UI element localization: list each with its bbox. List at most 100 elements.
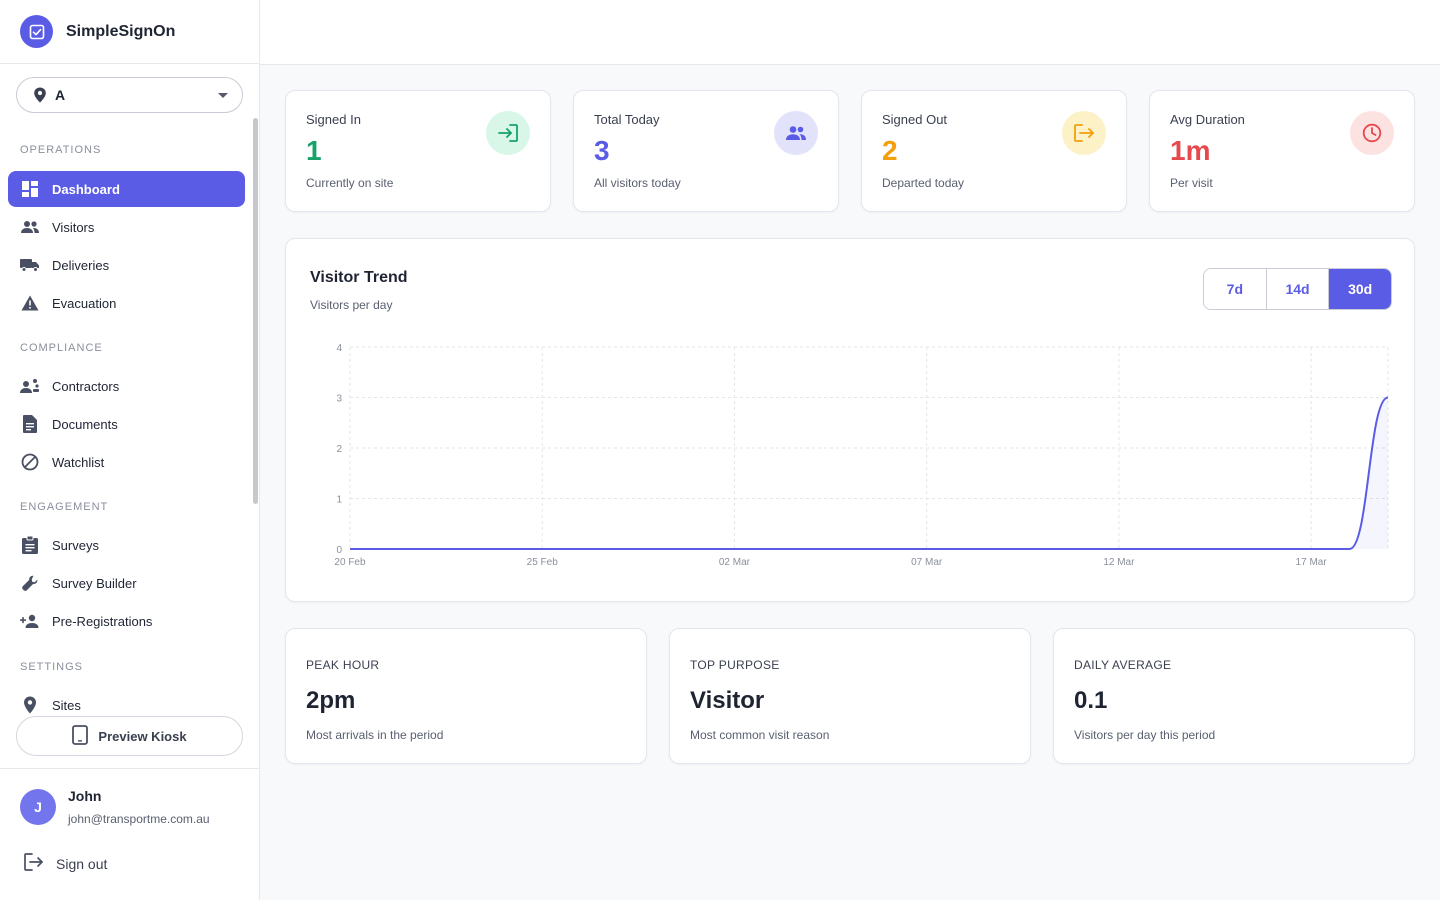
y-tick-label: 4 xyxy=(336,343,342,354)
sidebar-item-visitors[interactable]: Visitors xyxy=(8,209,245,245)
logout-icon xyxy=(24,853,44,874)
sidebar-item-contractors[interactable]: Contractors xyxy=(8,368,245,404)
sidebar-scrollbar[interactable] xyxy=(253,118,258,504)
tablet-icon xyxy=(72,724,89,748)
clock-icon xyxy=(1350,111,1394,155)
series-line xyxy=(350,396,1389,550)
sidebar-item-dashboard[interactable]: Dashboard xyxy=(8,171,245,207)
insight-label: PEAK HOUR xyxy=(306,658,380,672)
stat-card-signed-out: Signed Out 2 Departed today xyxy=(861,90,1127,212)
sidebar-item-label: Pre-Registrations xyxy=(52,613,153,629)
x-tick-label: 25 Feb xyxy=(527,557,559,568)
sidebar-item-label: Surveys xyxy=(52,537,99,553)
avatar[interactable]: J xyxy=(20,789,56,825)
x-tick-label: 20 Feb xyxy=(334,557,366,568)
x-tick-label: 02 Mar xyxy=(719,557,751,568)
stat-subtitle: Departed today xyxy=(882,176,965,190)
checkbox-logo-icon xyxy=(20,15,53,48)
sidebar-item-survey-builder[interactable]: Survey Builder xyxy=(8,565,245,601)
truck-icon xyxy=(20,255,40,275)
nav-scroll-area[interactable]: OPERATIONS Dashboard Visitors Deliveries… xyxy=(0,118,260,716)
insight-description: Visitors per day this period xyxy=(1074,728,1216,742)
document-icon xyxy=(20,414,40,434)
section-label-engagement: ENGAGEMENT xyxy=(20,501,109,513)
stat-title: Total Today xyxy=(594,112,660,127)
people-icon xyxy=(774,111,818,155)
preview-kiosk-button[interactable]: Preview Kiosk xyxy=(16,716,243,756)
x-tick-label: 12 Mar xyxy=(1103,557,1135,568)
preview-kiosk-label: Preview Kiosk xyxy=(98,728,187,744)
contractor-icon xyxy=(20,376,40,396)
sidebar-item-label: Evacuation xyxy=(52,295,117,311)
insight-card-peak-hour: PEAK HOUR 2pm Most arrivals in the perio… xyxy=(285,628,647,764)
sidebar-item-label: Watchlist xyxy=(52,454,105,470)
top-bar xyxy=(260,0,1440,65)
insight-value: 2pm xyxy=(306,687,356,714)
sidebar-item-sites[interactable]: Sites xyxy=(8,687,245,716)
sidebar-item-watchlist[interactable]: Watchlist xyxy=(8,444,245,480)
section-label-compliance: COMPLIANCE xyxy=(20,342,103,354)
sign-in-icon xyxy=(486,111,530,155)
stat-subtitle: Per visit xyxy=(1170,176,1213,190)
insight-description: Most arrivals in the period xyxy=(306,728,444,742)
user-name: John xyxy=(68,788,102,804)
y-tick-label: 3 xyxy=(336,394,342,405)
y-tick-label: 2 xyxy=(336,444,342,455)
brand-name: SimpleSignOn xyxy=(66,22,176,40)
sign-out-icon xyxy=(1062,111,1106,155)
visitor-trend-card: Visitor Trend Visitors per day 7d 14d 30… xyxy=(285,238,1415,602)
sidebar-item-label: Sites xyxy=(52,697,81,713)
section-label-settings: SETTINGS xyxy=(20,661,84,673)
block-icon xyxy=(20,452,40,472)
insight-description: Most common visit reason xyxy=(690,728,830,742)
y-tick-label: 1 xyxy=(336,495,342,506)
sidebar-item-label: Deliveries xyxy=(52,257,110,273)
sidebar-item-label: Documents xyxy=(52,416,118,432)
sidebar-item-label: Survey Builder xyxy=(52,575,137,591)
sidebar-item-label: Contractors xyxy=(52,378,120,394)
stat-card-avg-duration: Avg Duration 1m Per visit xyxy=(1149,90,1415,212)
stat-card-signed-in: Signed In 1 Currently on site xyxy=(285,90,551,212)
sidebar-item-label: Dashboard xyxy=(52,181,120,197)
stat-subtitle: All visitors today xyxy=(594,176,681,190)
x-tick-label: 17 Mar xyxy=(1296,557,1328,568)
sign-out-button[interactable]: Sign out xyxy=(24,853,107,874)
visitor-trend-chart: 0 1 2 3 4 20 Feb 25 Feb 02 Mar 07 Mar 12 Mar 17 Ma… xyxy=(334,343,1389,568)
stat-value: 1 xyxy=(306,135,322,166)
insight-value: 0.1 xyxy=(1074,687,1108,714)
insight-card-daily-average: DAILY AVERAGE 0.1 Visitors per day this … xyxy=(1053,628,1415,764)
section-label-operations: OPERATIONS xyxy=(20,144,102,156)
stat-card-total-today: Total Today 3 All visitors today xyxy=(573,90,839,212)
insight-card-top-purpose: TOP PURPOSE Visitor Most common visit re… xyxy=(669,628,1031,764)
warning-icon xyxy=(20,293,40,313)
sidebar-item-deliveries[interactable]: Deliveries xyxy=(8,247,245,283)
stat-subtitle: Currently on site xyxy=(306,176,394,190)
stat-value: 3 xyxy=(594,135,610,166)
user-profile: J John john@transportme.com.au Sign out xyxy=(0,768,259,900)
people-icon xyxy=(20,217,40,237)
sign-out-label: Sign out xyxy=(56,855,108,872)
location-pin-icon xyxy=(33,87,47,103)
stat-title: Signed In xyxy=(306,112,361,127)
y-tick-label: 0 xyxy=(336,545,342,556)
stat-title: Avg Duration xyxy=(1170,112,1245,127)
insight-label: DAILY AVERAGE xyxy=(1074,658,1172,672)
sidebar-item-evacuation[interactable]: Evacuation xyxy=(8,285,245,321)
site-selector[interactable]: A xyxy=(16,77,243,113)
insight-label: TOP PURPOSE xyxy=(690,658,780,672)
user-email: john@transportme.com.au xyxy=(68,812,210,826)
x-tick-label: 07 Mar xyxy=(911,557,943,568)
stat-value: 2 xyxy=(882,135,898,166)
chevron-down-icon xyxy=(218,93,228,98)
sidebar-item-pre-registrations[interactable]: Pre-Registrations xyxy=(8,603,245,639)
stat-value: 1m xyxy=(1170,135,1211,166)
sidebar-item-documents[interactable]: Documents xyxy=(8,406,245,442)
add-person-icon xyxy=(20,611,40,631)
insight-value: Visitor xyxy=(690,687,765,714)
series-area xyxy=(350,397,1388,549)
brand[interactable]: SimpleSignOn xyxy=(0,0,259,64)
clipboard-icon xyxy=(20,535,40,555)
stat-title: Signed Out xyxy=(882,112,948,127)
location-pin-icon xyxy=(20,695,40,715)
sidebar-item-surveys[interactable]: Surveys xyxy=(8,527,245,563)
